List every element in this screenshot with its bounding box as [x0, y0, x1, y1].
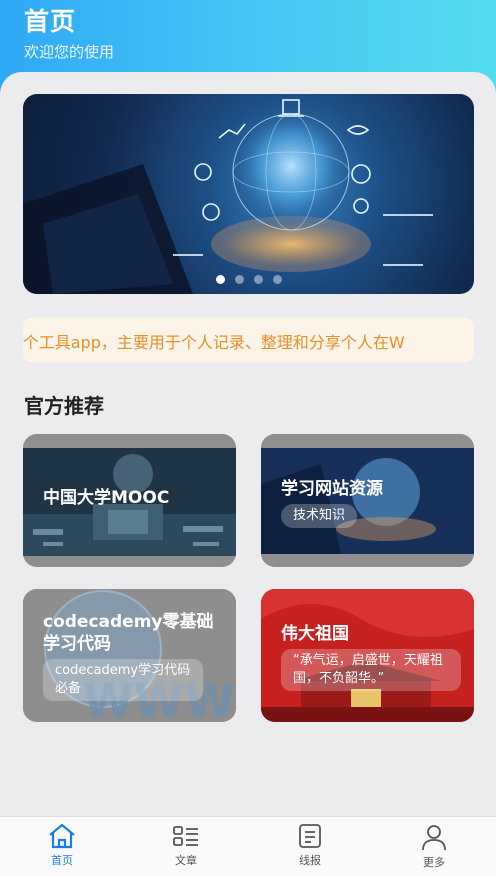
tech-globe-image [261, 434, 474, 567]
home-icon [49, 823, 75, 849]
carousel-dot[interactable] [215, 275, 225, 284]
card-title: 学习网站资源 [281, 479, 383, 499]
card-title: codecademy零基础学习代码 [43, 612, 214, 654]
news-icon [299, 824, 321, 848]
tab-home[interactable]: 首页 [0, 817, 124, 876]
card-tag: “承气运，启盛世，天耀祖国，不负韶华。” [281, 649, 461, 691]
card-title: 伟大祖国 [281, 624, 349, 644]
banner-image [23, 99, 433, 294]
article-list-icon [173, 826, 198, 846]
notice-marquee[interactable]: -个工具app，主要用于个人记录、整理和分享个人在W [23, 318, 474, 362]
carousel-dot[interactable] [272, 275, 282, 284]
www-globe-image: WWW [23, 589, 236, 722]
carousel-dots [23, 275, 474, 284]
tab-label: 文章 [175, 854, 197, 867]
tab-more[interactable]: 更多 [372, 817, 496, 876]
page-subtitle: 欢迎您的使用 [24, 43, 115, 61]
tab-article[interactable]: 文章 [124, 817, 248, 876]
tab-label: 更多 [423, 856, 445, 869]
card-tag: codecademy学习代码必备 [43, 659, 203, 701]
recommend-card-mooc[interactable]: 中国大学MOOC [23, 434, 236, 567]
tab-label: 首页 [51, 854, 73, 867]
main-content: -个工具app，主要用于个人记录、整理和分享个人在W 官方推荐 中国大学MOOC [0, 72, 496, 816]
section-title: 官方推荐 [24, 394, 104, 418]
recommend-card-motherland[interactable]: 伟大祖国 “承气运，启盛世，天耀祖国，不负韶华。” [261, 589, 474, 722]
page-title: 首页 [24, 7, 77, 36]
recommend-card-study-sites[interactable]: 学习网站资源 技术知识 [261, 434, 474, 567]
card-tag: 技术知识 [281, 504, 358, 528]
banner-carousel[interactable] [23, 94, 474, 294]
tab-label: 线报 [299, 854, 321, 867]
user-icon [422, 825, 446, 851]
carousel-dot[interactable] [234, 275, 244, 284]
recommend-card-codecademy[interactable]: WWW codecademy零基础学习代码 codecademy学习代码必备 [23, 589, 236, 722]
card-title: 中国大学MOOC [43, 488, 170, 508]
tab-news[interactable]: 线报 [248, 817, 372, 876]
carousel-dot[interactable] [253, 275, 263, 284]
bottom-tab-bar: 首页 文章 线报 更多 [0, 816, 496, 876]
notice-text: -个工具app，主要用于个人记录、整理和分享个人在W [23, 333, 405, 352]
